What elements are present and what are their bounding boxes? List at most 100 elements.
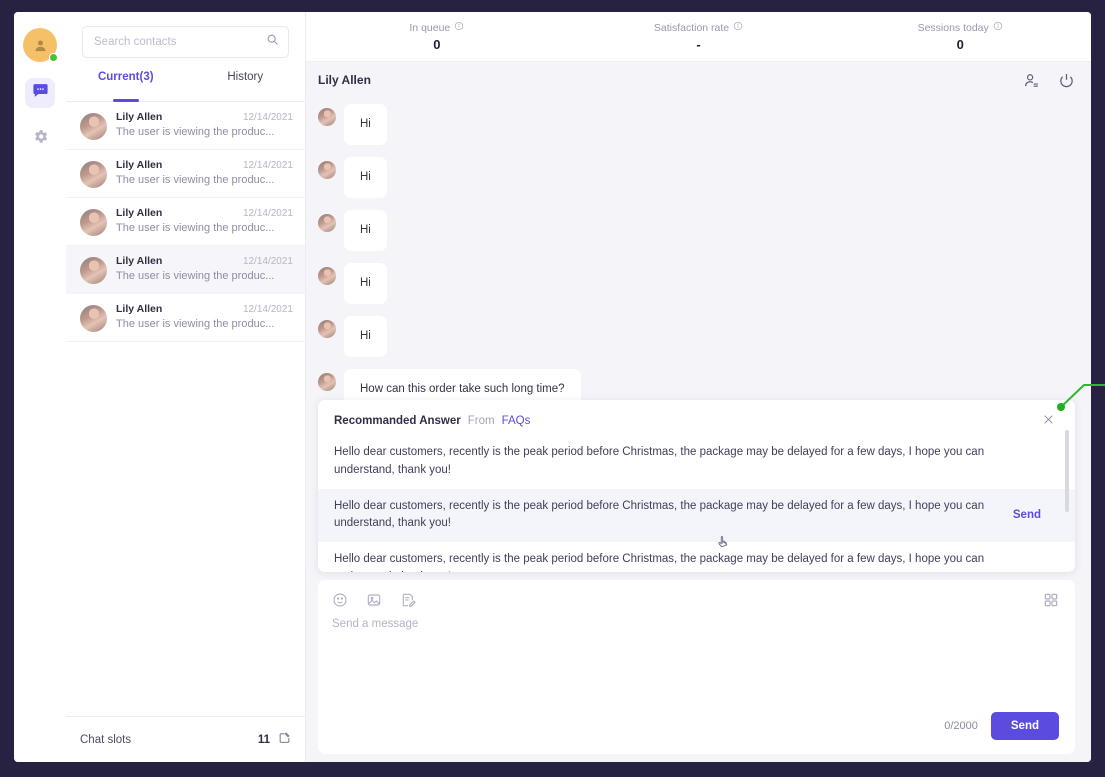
search-input[interactable]: [94, 36, 266, 48]
close-icon[interactable]: [1042, 413, 1059, 429]
chat-header: Lily Allen: [306, 62, 1091, 98]
recommended-answer-item[interactable]: Hello dear customers, recently is the pe…: [318, 488, 1075, 543]
send-button[interactable]: Send: [990, 712, 1059, 740]
composer-toolbar: [318, 580, 1075, 608]
message-row: Hi: [318, 262, 1075, 304]
contact-name: Lily Allen: [116, 255, 163, 267]
contact-preview: The user is viewing the produc...: [116, 318, 275, 330]
search-box[interactable]: [82, 26, 289, 58]
contact-preview: The user is viewing the produc...: [116, 270, 275, 282]
agent-avatar[interactable]: [23, 28, 58, 62]
recommended-answer-text: Hello dear customers, recently is the pe…: [334, 553, 985, 572]
stat-label-text: Satisfaction rate: [653, 21, 730, 34]
list-item[interactable]: Lily Allen 12/14/2021 The user is viewin…: [66, 246, 305, 294]
tab-history[interactable]: History: [186, 68, 306, 101]
avatar: [318, 160, 336, 179]
recommended-source-label: From: [467, 415, 495, 427]
contacts-tabs: Current(3) History: [66, 68, 305, 102]
avatar: [80, 257, 107, 284]
chat-slots-count: 11: [257, 733, 270, 746]
avatar: [318, 266, 336, 285]
recommended-answer-item[interactable]: Hello dear customers, recently is the pe…: [318, 542, 1075, 572]
stat-value: 0: [956, 37, 964, 52]
stat-sessions-today: Sessions today 0: [829, 21, 1091, 52]
recommended-answer-text: Hello dear customers, recently is the pe…: [334, 499, 985, 530]
avatar: [80, 113, 107, 140]
grid-apps-icon[interactable]: [1043, 592, 1059, 608]
message-row: Hi: [318, 315, 1075, 357]
recommended-answer-item[interactable]: Hello dear customers, recently is the pe…: [318, 435, 1075, 489]
chat-bubble-icon: [32, 82, 49, 104]
online-status-dot: [49, 53, 58, 62]
avatar: [318, 372, 336, 391]
search-area: [66, 12, 305, 68]
contact-date: 12/14/2021: [242, 256, 293, 267]
avatar: [80, 161, 107, 188]
stat-satisfaction-rate: Satisfaction rate -: [568, 21, 830, 52]
stat-label-text: Sessions today: [917, 21, 989, 34]
recommended-answer-scrollbar[interactable]: [1065, 430, 1069, 512]
contact-name: Lily Allen: [116, 303, 163, 315]
faqs-link[interactable]: FAQs: [502, 415, 531, 427]
avatar: [80, 305, 107, 332]
contact-preview: The user is viewing the produc...: [116, 126, 275, 138]
sidebar-item-chats[interactable]: [25, 78, 55, 108]
message-input[interactable]: Send a message: [318, 608, 1075, 712]
recommended-answer-list[interactable]: Hello dear customers, recently is the pe…: [318, 435, 1075, 572]
search-icon[interactable]: [266, 33, 279, 51]
avatar: [318, 108, 336, 126]
contact-list[interactable]: Lily Allen 12/14/2021 The user is viewin…: [66, 102, 305, 716]
edit-square-icon[interactable]: [278, 731, 291, 749]
info-icon[interactable]: [454, 21, 464, 34]
chat-slots-label: Chat slots: [80, 733, 132, 746]
contact-date: 12/14/2021: [242, 112, 293, 123]
recommended-answer-text: Hello dear customers, recently is the pe…: [334, 446, 985, 476]
main-panel: In queue 0 Satisfaction rate - Sessions …: [306, 12, 1091, 762]
avatar: [318, 213, 336, 232]
character-counter: 0/2000: [944, 720, 978, 732]
list-item[interactable]: Lily Allen 12/14/2021 The user is viewin…: [66, 150, 305, 198]
info-icon[interactable]: [733, 21, 743, 34]
info-icon[interactable]: [993, 21, 1003, 34]
recommended-answer-panel: Recommanded Answer From FAQs Hello dear …: [318, 400, 1075, 572]
message-bubble: Hi: [344, 315, 387, 357]
contact-preview: The user is viewing the produc...: [116, 222, 275, 234]
message-row: Hi: [318, 104, 1075, 145]
end-chat-power-icon[interactable]: [1058, 72, 1075, 89]
stat-value: -: [696, 37, 701, 52]
annotation-dot: [1057, 403, 1065, 411]
message-composer: Send a message 0/2000 Send: [318, 580, 1075, 754]
left-rail: [14, 12, 66, 762]
stat-label-text: In queue: [409, 21, 451, 34]
avatar: [318, 319, 336, 338]
send-suggestion-button[interactable]: Send: [1013, 507, 1041, 525]
contact-name: Lily Allen: [116, 159, 163, 171]
message-row: Hi: [318, 209, 1075, 251]
window-frame: Current(3) History Lily Allen 12/14/2021…: [0, 0, 1105, 777]
contacts-panel: Current(3) History Lily Allen 12/14/2021…: [66, 12, 306, 762]
recommended-answer-title: Recommanded Answer: [334, 415, 461, 427]
emoji-icon[interactable]: [332, 592, 348, 608]
list-item[interactable]: Lily Allen 12/14/2021 The user is viewin…: [66, 102, 305, 150]
page-title: Lily Allen: [318, 73, 371, 87]
message-bubble: Hi: [344, 209, 387, 251]
canned-response-icon[interactable]: [400, 592, 416, 608]
sidebar-item-settings[interactable]: [25, 124, 55, 154]
image-icon[interactable]: [366, 592, 382, 608]
list-item[interactable]: Lily Allen 12/14/2021 The user is viewin…: [66, 294, 305, 342]
contact-date: 12/14/2021: [242, 208, 293, 219]
composer-footer: 0/2000 Send: [318, 712, 1075, 754]
tab-current[interactable]: Current(3): [66, 68, 186, 101]
contact-date: 12/14/2021: [242, 160, 293, 171]
chat-slots-footer: Chat slots 11: [66, 716, 305, 762]
contact-name: Lily Allen: [116, 207, 163, 219]
message-row: Hi: [318, 156, 1075, 198]
contact-name: Lily Allen: [116, 111, 163, 123]
recommended-answer-header: Recommanded Answer From FAQs: [318, 400, 1075, 435]
annotation-leader-line: [1060, 384, 1105, 408]
transfer-chat-icon[interactable]: [1023, 72, 1040, 89]
list-item[interactable]: Lily Allen 12/14/2021 The user is viewin…: [66, 198, 305, 246]
gear-icon: [32, 128, 49, 150]
stat-in-queue: In queue 0: [306, 21, 568, 52]
message-bubble: Hi: [344, 104, 387, 145]
